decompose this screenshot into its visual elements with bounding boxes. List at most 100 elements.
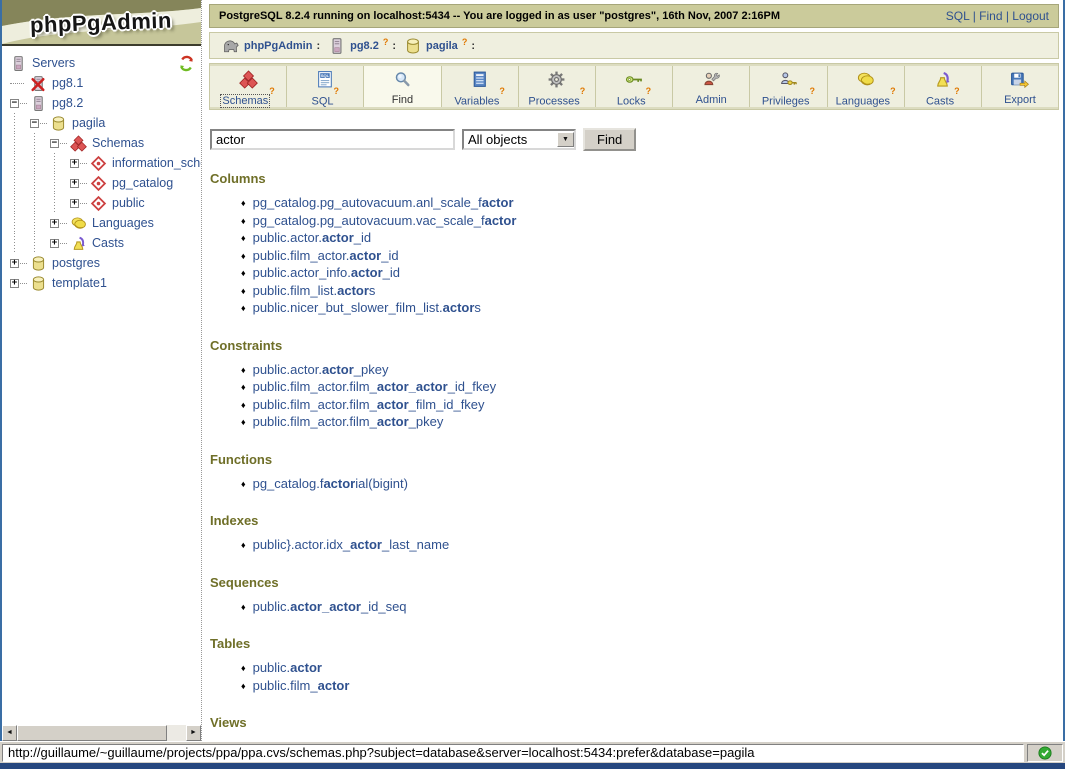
result-link[interactable]: public.film_actor.actor_id [253,248,399,263]
tree-connector [10,153,30,173]
tree-item-postgres[interactable]: + postgres [10,253,201,273]
tree-label[interactable]: postgres [52,256,100,270]
search-input[interactable] [210,129,455,150]
scroll-left-button[interactable]: ◄ [2,725,17,741]
help-link[interactable]: ? [269,86,275,96]
tab-processes[interactable]: Processes? [519,66,596,107]
help-link[interactable]: ? [890,86,896,96]
result-link[interactable]: public.film_actor [253,678,350,693]
tab-admin[interactable]: Admin [673,66,750,107]
bullet-icon: ♦ [241,198,246,208]
tree-item-pg8.2[interactable]: − pg8.2 [10,93,201,113]
breadcrumb-colon: : [316,40,320,52]
collapse-box-icon[interactable]: − [10,99,19,108]
schemas-icon [239,70,258,89]
tab-export[interactable]: Export [982,66,1058,107]
help-link[interactable]: ? [462,37,468,47]
tree-item-pagila[interactable]: − pagila [10,113,201,133]
topbar-link-find[interactable]: Find [979,9,1002,23]
tree-label[interactable]: public [112,196,145,210]
tab-locks[interactable]: Locks? [596,66,673,107]
help-link[interactable]: ? [646,86,652,96]
result-link[interactable]: pg_catalog.pg_autovacuum.anl_scale_facto… [253,195,514,210]
result-link[interactable]: public.actor_actor_id_seq [253,599,407,614]
expand-box-icon[interactable]: + [70,179,79,188]
result-link[interactable]: public.actor [253,660,322,675]
help-link[interactable]: ? [810,86,816,96]
scrollbar-track[interactable] [167,725,186,741]
tree-expander-cell [10,83,30,84]
tree-item-information_schema[interactable]: + information_schema [10,153,201,173]
expand-box-icon[interactable]: + [10,279,19,288]
result-link[interactable]: public.actor.actor_id [253,230,372,245]
result-link[interactable]: public.nicer_but_slower_film_list.actors [253,300,481,315]
sidebar-horizontal-scrollbar[interactable]: ◄ ► [2,725,201,741]
result-link[interactable]: public.actor.actor_pkey [253,362,389,377]
tree-label[interactable]: template1 [52,276,107,290]
result-link[interactable]: public.film_list.actors [253,283,376,298]
scrollbar-thumb[interactable] [17,725,167,741]
tree-label[interactable]: pg8.2 [52,96,83,110]
tree-label[interactable]: pg8.1 [52,76,83,90]
tree-item-pg_catalog[interactable]: + pg_catalog [10,173,201,193]
tree-item-languages[interactable]: + Languages [10,213,201,233]
tree-label[interactable]: pagila [72,116,105,130]
collapse-box-icon[interactable]: − [30,119,39,128]
help-link[interactable]: ? [334,86,340,96]
tab-icon-wrap [905,69,981,89]
tab-casts[interactable]: Casts? [905,66,982,107]
tab-sql[interactable]: SQLSQL? [287,66,364,107]
tree-item-public[interactable]: + public [10,193,201,213]
tree-label[interactable]: Servers [32,56,75,70]
tree-label[interactable]: Casts [92,236,124,250]
expand-box-icon[interactable]: + [10,259,19,268]
tab-find[interactable]: Find [364,66,441,107]
expand-box-icon[interactable]: + [50,219,59,228]
dropdown-arrow-icon[interactable]: ▼ [557,132,574,147]
help-link[interactable]: ? [499,86,505,96]
result-link[interactable]: pg_catalog.factorial(bigint) [253,476,408,491]
result-row: ♦pg_catalog.factorial(bigint) [241,476,1059,494]
tree-item-servers[interactable]: Servers [10,53,201,73]
tree-connector [10,233,30,253]
expand-box-icon[interactable]: + [70,199,79,208]
help-link[interactable]: ? [580,86,586,96]
tab-icon-wrap [982,69,1058,89]
find-button[interactable]: Find [583,128,636,151]
tree-label[interactable]: Languages [92,216,154,230]
result-link[interactable]: public.actor_info.actor_id [253,265,400,280]
help-link[interactable]: ? [383,37,389,47]
breadcrumb-pg8.2[interactable]: pg8.2 [350,40,379,52]
result-link[interactable]: pg_catalog.pg_autovacuum.vac_scale_facto… [253,213,517,228]
result-row: ♦public.actor_actor_id_seq [241,599,1059,617]
help-link[interactable]: ? [954,86,960,96]
result-link[interactable]: public.film_actor.film_actor_pkey [253,414,444,429]
expand-box-icon[interactable]: + [70,159,79,168]
breadcrumb-phppgadmin[interactable]: phpPgAdmin [244,40,312,52]
refresh-icon[interactable] [178,55,195,72]
result-link[interactable]: public}.actor.idx_actor_last_name [253,537,450,552]
tree-item-pg8.1[interactable]: pg8.1 [10,73,201,93]
collapse-box-icon[interactable]: − [50,139,59,148]
tab-languages[interactable]: Languages? [828,66,905,107]
object-type-select[interactable]: All objects ▼ [462,129,576,150]
tree-item-schemas[interactable]: − Schemas [10,133,201,153]
tab-schemas[interactable]: Schemas? [210,66,287,107]
tab-privileges[interactable]: Privileges? [750,66,827,107]
result-link[interactable]: public.film_actor.film_actor_film_id_fke… [253,397,485,412]
tree-item-template1[interactable]: + template1 [10,273,201,293]
topbar-link-sql[interactable]: SQL [946,9,970,23]
tree-label[interactable]: Schemas [92,136,144,150]
tree-label[interactable]: information_schema [112,156,201,170]
tree-expander-cell: + [10,259,30,268]
tree-item-casts[interactable]: + Casts [10,233,201,253]
topbar-link-logout[interactable]: Logout [1012,9,1049,23]
tab-icon-wrap [596,69,672,89]
breadcrumb-pagila[interactable]: pagila [426,40,458,52]
tab-variables[interactable]: Variables? [442,66,519,107]
bullet-icon: ♦ [241,400,246,410]
result-link[interactable]: public.film_actor.film_actor_actor_id_fk… [253,379,497,394]
scroll-right-button[interactable]: ► [186,725,201,741]
tree-label[interactable]: pg_catalog [112,176,173,190]
expand-box-icon[interactable]: + [50,239,59,248]
